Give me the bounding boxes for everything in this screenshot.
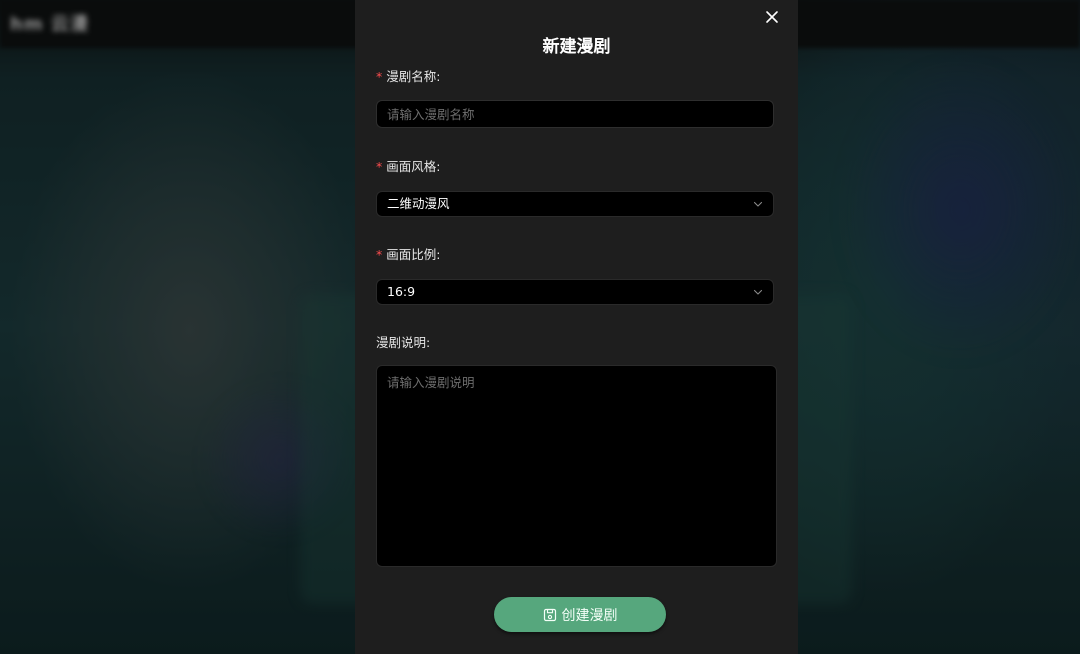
style-label: * 画面风格: (376, 156, 440, 175)
ratio-select[interactable]: 16:9 (376, 279, 774, 305)
close-button[interactable] (763, 8, 781, 26)
name-label: * 漫剧名称: (376, 66, 440, 85)
name-label-text: 漫剧名称: (386, 69, 441, 84)
ratio-selected-value: 16:9 (387, 284, 416, 299)
create-drama-button-label: 创建漫剧 (561, 607, 618, 624)
required-mark: * (376, 69, 383, 84)
drama-name-input[interactable] (376, 100, 774, 128)
create-drama-modal: 新建漫剧 *漫剧名称: *画面风格: 二维动漫风 *画面比例: 16:9 漫剧说… (355, 0, 798, 654)
close-icon (766, 11, 778, 23)
save-icon (543, 608, 556, 621)
style-label-text: 画面风格: (386, 159, 441, 174)
ratio-label-text: 画面比例: (386, 247, 441, 262)
style-select[interactable]: 二维动漫风 (376, 191, 774, 217)
required-mark: * (376, 247, 383, 262)
required-mark: * (376, 159, 383, 174)
chevron-down-icon (753, 289, 763, 295)
drama-description-textarea[interactable] (376, 365, 777, 567)
style-selected-value: 二维动漫风 (387, 196, 450, 211)
ratio-label: * 画面比例: (376, 244, 440, 263)
description-label: 漫剧说明: (376, 335, 431, 350)
modal-title: 新建漫剧 (542, 37, 611, 57)
chevron-down-icon (753, 201, 763, 207)
create-drama-button[interactable]: 创建漫剧 (494, 597, 666, 632)
